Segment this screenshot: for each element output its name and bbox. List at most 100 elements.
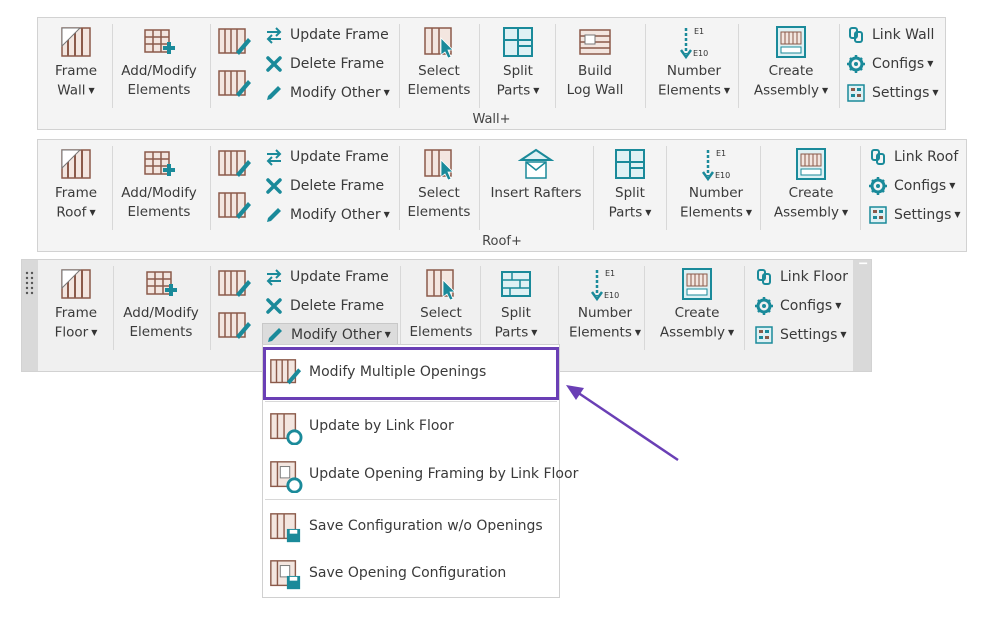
create-assembly-button[interactable]: Create Assembly ▼ — [766, 146, 856, 223]
link-icon — [757, 269, 771, 285]
configs-button[interactable]: Configs ▼ — [868, 175, 955, 197]
configs-button[interactable]: Configs ▼ — [846, 53, 933, 75]
select-elements-label: Select Elements — [407, 185, 471, 220]
settings-icon — [755, 326, 773, 344]
split-parts-icon — [503, 27, 533, 57]
create-assembly-button[interactable]: Create Assembly ▼ — [652, 266, 742, 343]
split-parts-button[interactable]: Split Parts ▼ — [486, 24, 550, 101]
split-parts-button[interactable]: Split Parts ▼ — [600, 146, 660, 223]
dropdown-caret-icon: ▼ — [927, 59, 934, 68]
settings-button[interactable]: Settings ▼ — [868, 204, 961, 226]
dropdown-caret-icon: ▼ — [383, 210, 390, 219]
build-log-wall-button[interactable]: Build Log Wall — [560, 24, 630, 100]
create-assembly-button[interactable]: Create Assembly ▼ — [746, 24, 836, 101]
dropdown-caret-icon: ▼ — [727, 328, 735, 337]
frame-wall-button[interactable]: Frame Wall ▼ — [46, 24, 106, 101]
delete-frame-button[interactable]: Delete Frame — [264, 295, 384, 317]
create-assembly-icon — [776, 26, 806, 58]
delete-frame-button[interactable]: Delete Frame — [264, 175, 384, 197]
update-frame-button[interactable]: Update Frame — [264, 146, 389, 168]
add-modify-elements-button[interactable]: Add/Modify Elements — [116, 24, 202, 100]
rafters-icon — [520, 149, 552, 179]
update-frame-button[interactable]: Update Frame — [264, 24, 389, 46]
collapse-icon[interactable]: ▔ — [859, 264, 867, 275]
select-cursor-icon — [426, 269, 456, 301]
configs-label: Configs — [872, 56, 925, 72]
dropdown-caret-icon: ▼ — [723, 86, 731, 95]
dropdown-caret-icon: ▼ — [634, 328, 642, 337]
dropdown-caret-icon: ▼ — [89, 208, 96, 217]
edit-frame-alt-icon[interactable] — [216, 190, 252, 220]
settings-button[interactable]: Settings ▼ — [754, 324, 847, 346]
settings-button[interactable]: Settings ▼ — [846, 82, 939, 104]
select-elements-label: Select Elements — [407, 63, 471, 98]
frame-roof-button[interactable]: Frame Roof ▼ — [46, 146, 106, 223]
frame-roof-icon — [61, 149, 91, 179]
menu-item-label: Save Opening Configuration — [309, 565, 507, 581]
modify-other-button[interactable]: Modify Other ▼ — [264, 204, 390, 226]
modify-other-button[interactable]: Modify Other ▼ — [264, 82, 390, 104]
edit-frame-icon[interactable] — [216, 26, 252, 56]
split-parts-icon — [615, 149, 645, 179]
drag-handle-icon[interactable] — [23, 270, 37, 298]
update-frame-label: Update Frame — [290, 149, 389, 165]
link-floor-button[interactable]: Link Floor — [754, 266, 848, 288]
frame-floor-icon — [61, 269, 91, 299]
link-wall-button[interactable]: Link Wall — [846, 24, 934, 46]
menu-item-save-config-wo-openings[interactable]: Save Configuration w/o Openings — [263, 505, 559, 549]
menu-item-update-by-link-floor[interactable]: Update by Link Floor — [263, 405, 559, 449]
split-parts-button[interactable]: Split Parts ▼ — [484, 266, 548, 343]
create-assembly-label: Create Assembly — [773, 185, 839, 221]
delete-x-icon — [266, 178, 282, 194]
insert-rafters-button[interactable]: Insert Rafters — [488, 146, 584, 203]
select-elements-button[interactable]: Select Elements — [404, 24, 474, 100]
roof-panel-title: Roof+ — [482, 234, 522, 249]
split-parts-label: Split Parts — [608, 185, 645, 221]
create-assembly-label: Create Assembly — [659, 305, 725, 341]
link-roof-button[interactable]: Link Roof — [868, 146, 958, 168]
number-elements-button[interactable]: Number Elements ▼ — [652, 24, 736, 101]
update-opening-icon — [270, 461, 303, 493]
edit-frame-icon[interactable] — [216, 148, 252, 178]
menu-item-save-opening-config[interactable]: Save Opening Configuration — [263, 552, 559, 596]
select-elements-button[interactable]: Select Elements — [404, 146, 474, 222]
delete-x-icon — [266, 56, 282, 72]
dropdown-caret-icon: ▼ — [88, 86, 95, 95]
number-elements-button[interactable]: Number Elements ▼ — [562, 266, 648, 343]
delete-frame-button[interactable]: Delete Frame — [264, 53, 384, 75]
edit-frame-icon[interactable] — [216, 268, 252, 298]
select-elements-button[interactable]: Select Elements — [406, 266, 476, 342]
add-modify-elements-button[interactable]: Add/Modify Elements — [116, 146, 202, 222]
dropdown-caret-icon: ▼ — [841, 208, 849, 217]
edit-frame-alt-icon[interactable] — [216, 68, 252, 98]
dropdown-caret-icon: ▼ — [645, 208, 652, 217]
create-assembly-label: Create Assembly — [753, 63, 819, 99]
add-modify-elements-button[interactable]: Add/Modify Elements — [118, 266, 204, 342]
dropdown-caret-icon: ▼ — [821, 86, 829, 95]
menu-item-update-opening-framing[interactable]: Update Opening Framing by Link Floor — [263, 453, 578, 497]
roof-panel: Frame Roof ▼ Add/Modify Elements Update F… — [37, 139, 967, 252]
pencil-icon — [267, 86, 281, 100]
dropdown-caret-icon: ▼ — [533, 86, 540, 95]
configs-button[interactable]: Configs ▼ — [754, 295, 841, 317]
delete-frame-label: Delete Frame — [290, 298, 385, 314]
create-assembly-icon — [796, 148, 826, 180]
number-elements-button[interactable]: Number Elements ▼ — [674, 146, 758, 223]
floor-panel-side — [853, 260, 871, 371]
gear-icon — [754, 296, 774, 316]
update-frame-label: Update Frame — [290, 27, 389, 43]
select-cursor-icon — [424, 27, 454, 59]
add-modify-icon — [144, 29, 176, 55]
save-config-icon — [270, 513, 301, 543]
link-wall-label: Link Wall — [872, 27, 935, 43]
settings-label: Settings — [894, 207, 952, 223]
edit-frame-alt-icon[interactable] — [216, 310, 252, 340]
frame-floor-button[interactable]: Frame Floor ▼ — [46, 266, 106, 343]
update-frame-label: Update Frame — [290, 269, 389, 285]
add-modify-label: Add/Modify Elements — [121, 63, 197, 98]
update-frame-button[interactable]: Update Frame — [264, 266, 389, 288]
split-parts-label: Split Parts — [496, 63, 533, 99]
add-modify-icon — [146, 271, 178, 297]
dropdown-caret-icon: ▼ — [840, 330, 847, 339]
select-elements-label: Select Elements — [409, 305, 473, 340]
